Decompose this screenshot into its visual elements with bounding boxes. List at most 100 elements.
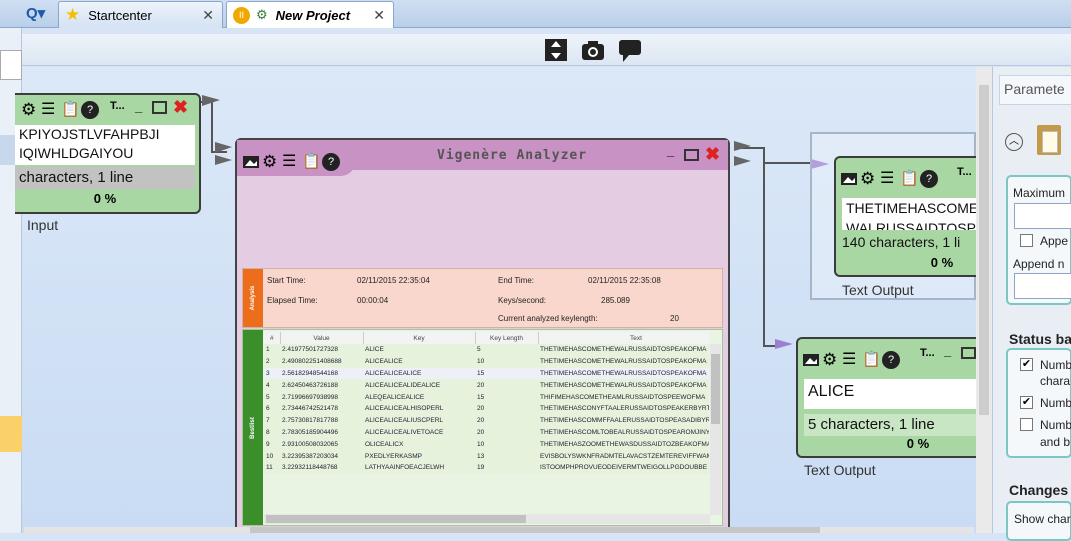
table-row[interactable]: 9 2.93100508032065 OLICEALICX 10 THETIMEHASZ…: [264, 438, 709, 451]
table-cell: 5: [266, 393, 270, 401]
number-chars-checkbox[interactable]: ✔: [1020, 358, 1033, 371]
table-cell: 11: [266, 464, 273, 472]
column-header[interactable]: Key: [363, 332, 476, 344]
table-row[interactable]: 2 2.490802251408688 ALICEALICE 10 THETIMEHAS…: [264, 355, 709, 368]
table-cell: 15: [477, 369, 485, 377]
text-output-component[interactable]: ⚙ ☰ 📋 ? T... _ ALICE 5 characters, 1 lin…: [796, 337, 976, 458]
table-row[interactable]: 8 2.78305185904496 ALICEALICEALIVETOACE 20 T…: [264, 426, 709, 439]
table-row[interactable]: 11 3.22932118448768 LATHYAAINFOEACJELWH 19 I…: [264, 461, 709, 474]
number-bytes-checkbox[interactable]: [1020, 418, 1033, 431]
table-cell: ISTOOMPHPROVUEODEIVERMTWEIGOLLPGDOUBBE: [540, 464, 708, 472]
table-row[interactable]: 6 2.73446742521478 ALICEALICEALHISOPERL 20 T…: [264, 402, 709, 415]
table-row[interactable]: 1 2.41977501727328 ALICE 5 THETIMEHASCOMETHE…: [264, 344, 709, 356]
tab-startcenter[interactable]: ★ Startcenter ✕: [58, 1, 223, 28]
table-cell: ALEQEALICEALICE: [365, 393, 425, 401]
collapse-icon[interactable]: ︿: [1005, 133, 1023, 151]
number-lines-checkbox[interactable]: ✔: [1020, 396, 1033, 409]
table-cell: THETIMEHASCOMLTOBEALRUSSAIDTOSPEAROMJINY: [540, 428, 709, 436]
menu-icon[interactable]: ☰: [282, 153, 300, 171]
clipboard-icon[interactable]: 📋: [862, 351, 881, 369]
component-title: T...: [957, 166, 972, 178]
tab-new-project[interactable]: II ⚙ New Project ✕: [226, 1, 394, 28]
table-cell: 8: [266, 428, 270, 436]
minimize-icon[interactable]: _: [135, 99, 142, 114]
bestlist-side-label: Bestlist: [243, 330, 263, 525]
table-cell: 2.62450463726188: [282, 381, 339, 389]
menu-icon[interactable]: ☰: [842, 351, 860, 369]
append-checkbox[interactable]: [1020, 234, 1033, 247]
gear-icon[interactable]: ⚙: [262, 153, 280, 171]
bestlist-table-wrap[interactable]: # Value Key Key Length Text 1 2.419775017…: [264, 332, 709, 514]
column-header[interactable]: Text: [538, 332, 709, 344]
left-strip-field[interactable]: [0, 50, 22, 80]
append-newline-label: Append n: [1013, 257, 1065, 271]
vertical-scrollbar[interactable]: [710, 344, 721, 515]
horizontal-scrollbar[interactable]: [264, 514, 710, 524]
table-row[interactable]: 3 2.56182948544168 ALICEALICEALICE 15 THETIM…: [264, 367, 709, 380]
column-header[interactable]: Key Length: [475, 332, 539, 344]
table-cell: 2.93100508032065: [282, 440, 339, 448]
maximize-icon[interactable]: [961, 347, 976, 359]
progress-percent: 0 %: [930, 255, 954, 270]
menu-icon[interactable]: ☰: [41, 101, 59, 119]
end-time-label: End Time:: [498, 276, 535, 285]
input-text-area[interactable]: KPIYOJSTLVFAHPBJI IQIWHLDGAIYOU: [15, 125, 195, 165]
table-cell: 20: [477, 417, 485, 425]
bottom-scrollbar[interactable]: [24, 527, 974, 533]
help-icon[interactable]: ?: [920, 170, 938, 188]
append-input[interactable]: [1014, 273, 1071, 299]
maximize-icon[interactable]: [684, 149, 699, 161]
close-icon[interactable]: ✖: [705, 144, 720, 165]
star-icon: ★: [65, 5, 81, 24]
table-row[interactable]: 7 2.75730817817788 ALICEALICEALIUSCPERL 20 T…: [264, 414, 709, 427]
image-icon[interactable]: [840, 170, 858, 188]
maximum-input[interactable]: [1014, 203, 1071, 229]
pause-icon[interactable]: II: [233, 6, 250, 24]
clipboard-icon: [1037, 125, 1061, 155]
menu-icon[interactable]: ☰: [880, 170, 898, 188]
maximize-icon[interactable]: [152, 101, 167, 114]
image-icon[interactable]: [802, 351, 820, 369]
close-icon[interactable]: ✖: [173, 97, 188, 118]
clipboard-icon[interactable]: 📋: [900, 170, 919, 188]
gear-icon[interactable]: ⚙: [21, 101, 39, 119]
text-output-component[interactable]: ⚙ ☰ 📋 ? T... THETIMEHASCOME WALRUSSAIDTO…: [834, 156, 976, 277]
table-header: # Value Key Key Length Text: [264, 332, 709, 344]
number-chars-label: Numb: [1040, 358, 1071, 372]
clipboard-icon[interactable]: 📋: [302, 153, 321, 171]
output-text-area[interactable]: ALICE: [804, 379, 976, 409]
left-strip-selected[interactable]: [0, 416, 22, 452]
canvas-vertical-scrollbar[interactable]: [976, 67, 992, 533]
minimize-icon[interactable]: _: [944, 343, 951, 358]
tab-label: New Project: [275, 7, 351, 23]
number-lines-label: Numb: [1040, 396, 1071, 410]
help-icon[interactable]: ?: [882, 351, 900, 369]
minimize-icon[interactable]: _: [667, 143, 674, 158]
quick-access-icon[interactable]: Q▾: [26, 4, 52, 24]
close-icon[interactable]: ✕: [373, 7, 385, 24]
comment-icon[interactable]: [617, 37, 645, 63]
input-component[interactable]: ⚙ ☰ 📋 ? T... _ ✖ KPIYOJSTLVFAHPBJI IQIWH…: [15, 93, 201, 214]
maximum-label: Maximum: [1013, 186, 1066, 200]
screenshot-icon[interactable]: [580, 37, 608, 63]
table-cell: 10: [477, 440, 485, 448]
gear-icon[interactable]: ⚙: [822, 351, 840, 369]
table-row[interactable]: 5 2.71996697938998 ALEQEALICEALICE 15 THIFIM…: [264, 391, 709, 403]
column-header[interactable]: Value: [280, 332, 364, 344]
table-cell: 5: [477, 346, 481, 354]
table-row[interactable]: 10 3.22395387203034 PXEDLYERKASMP 13 EVISBOL…: [264, 450, 709, 462]
help-icon[interactable]: ?: [322, 153, 340, 171]
column-header[interactable]: #: [264, 332, 281, 344]
clipboard-icon[interactable]: 📋: [61, 101, 80, 119]
output-text-area[interactable]: THETIMEHASCOME WALRUSSAIDTOSPE: [842, 198, 976, 230]
panel-title: Paramete: [1004, 81, 1065, 97]
help-icon[interactable]: ?: [81, 101, 99, 119]
table-cell: 19: [477, 464, 485, 472]
gear-icon[interactable]: ⚙: [860, 170, 878, 188]
close-icon[interactable]: ✕: [202, 7, 214, 24]
fit-view-icon[interactable]: [543, 37, 571, 63]
vigenere-analyzer-component[interactable]: ⚙ ☰ 📋 ? Vigenère Analyzer _ ✖ Analysis S…: [235, 138, 730, 533]
table-row[interactable]: 4 2.62450463726188 ALICEALICEALIDEALICE 20 T…: [264, 379, 709, 392]
component-icons: ⚙ ☰ 📋 ?: [802, 351, 900, 369]
image-icon[interactable]: [242, 153, 260, 171]
